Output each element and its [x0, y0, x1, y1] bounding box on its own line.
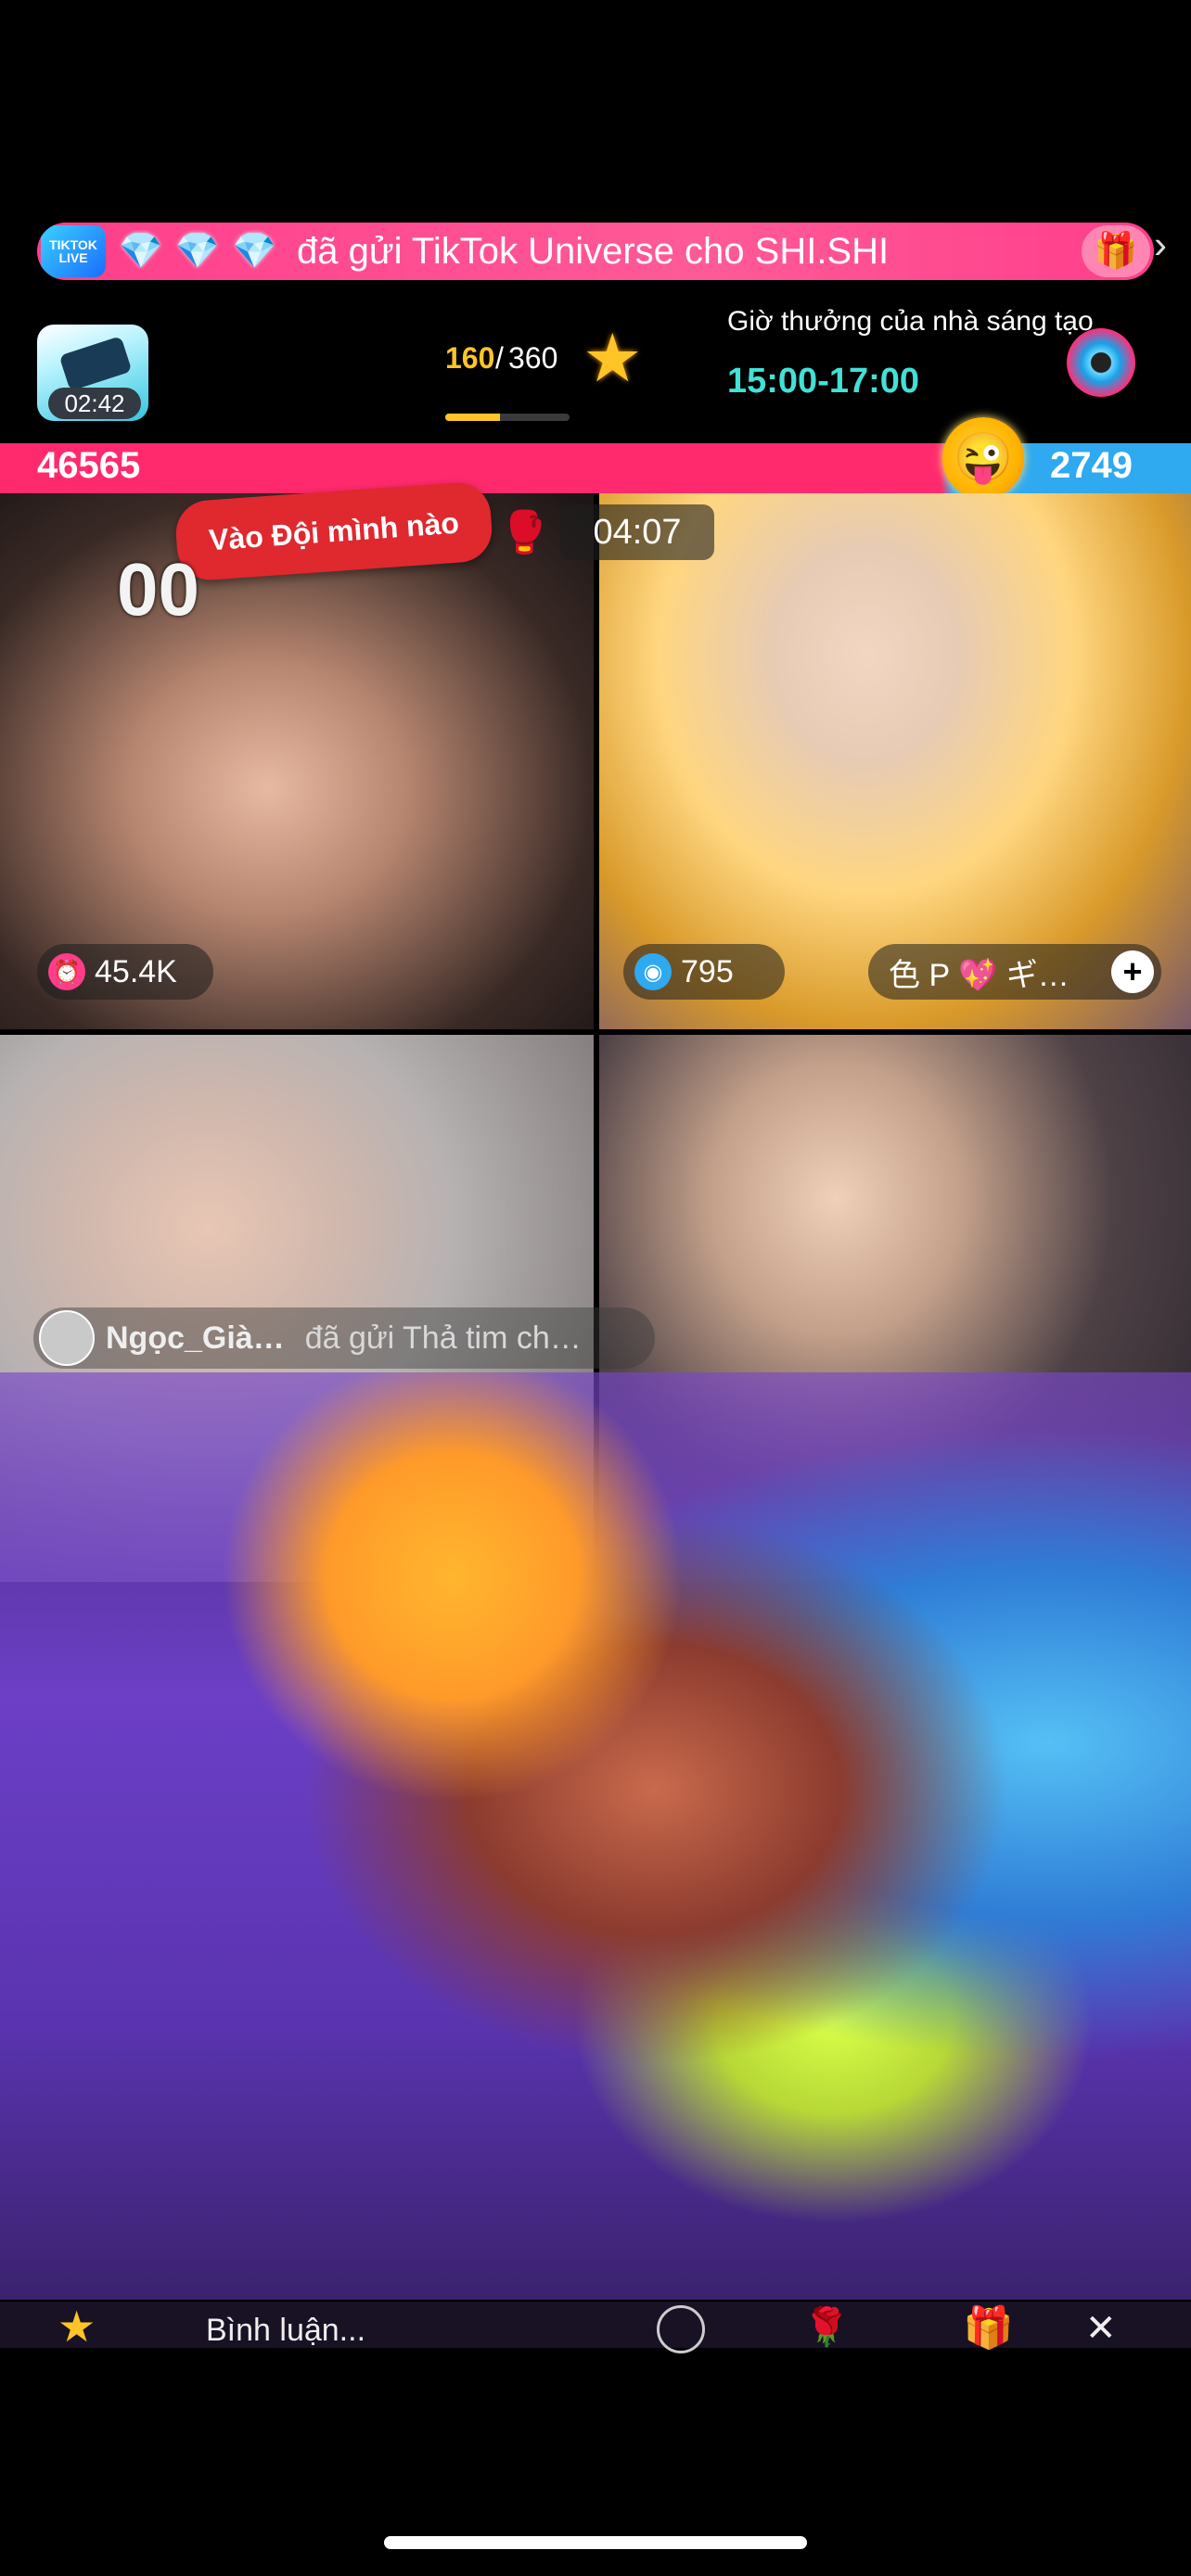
- progress-bar: [445, 414, 570, 421]
- progress-target: 360: [508, 341, 558, 375]
- score-right: 2749: [1050, 445, 1133, 486]
- gift-message: đã gửi TikTok Universe cho SHI.SHI: [296, 230, 890, 272]
- comment-item: Ngọc_Già… đã gửi Thả tim ch…: [33, 1307, 655, 1369]
- progress-separator: /: [495, 341, 504, 375]
- comment-input[interactable]: Bình luận...: [206, 2313, 365, 2349]
- host-score-chip[interactable]: ⏰ 45.4K: [37, 944, 213, 1000]
- gift-animation-overlay: [0, 1372, 1191, 2300]
- circle-icon: ◉: [634, 953, 672, 990]
- progress-current: 160: [445, 341, 495, 375]
- alarm-icon: ⏰: [48, 953, 85, 990]
- follow-plus-button[interactable]: +: [1111, 950, 1154, 993]
- sticker-mark: 00: [117, 548, 199, 631]
- avatar[interactable]: [39, 1310, 95, 1366]
- creator-reward-icon[interactable]: [1067, 328, 1135, 397]
- chevron-right-icon[interactable]: ›: [1154, 223, 1167, 267]
- gift-icon: 🎁: [1094, 232, 1138, 271]
- gift-box-button[interactable]: 🎁: [1082, 225, 1150, 277]
- live-timer: 02:42: [48, 388, 141, 419]
- host-score-value: 45.4K: [95, 953, 177, 989]
- progress-fill: [445, 414, 500, 421]
- diamond-icon: 💎: [119, 232, 163, 271]
- creator-reward-title: Giờ thưởng của nhà sáng tạo: [727, 306, 1094, 337]
- home-indicator[interactable]: [384, 2536, 807, 2549]
- battle-mascot-icon: 😜: [942, 417, 1024, 499]
- battle-timer: 04:07: [560, 504, 714, 560]
- close-icon[interactable]: ✕: [1085, 2307, 1117, 2350]
- guest-name-chip[interactable]: 色 P 💖 ギ… +: [868, 944, 1161, 1000]
- comment-username[interactable]: Ngọc_Già…: [106, 1320, 285, 1357]
- share-icon[interactable]: [657, 2305, 705, 2353]
- comment-text: đã gửi Thả tim ch…: [304, 1320, 582, 1356]
- guest-score-value: 795: [681, 953, 734, 989]
- star-icon[interactable]: ★: [583, 319, 643, 397]
- gift-notification-banner[interactable]: TIKTOK LIVE 💎 💎 💎 đã gửi TikTok Universe…: [37, 223, 1154, 280]
- score-left: 46565: [37, 445, 141, 486]
- tiktok-live-badge: TIKTOK LIVE: [41, 225, 106, 277]
- rose-icon[interactable]: 🌹: [803, 2305, 850, 2349]
- gift-icon[interactable]: 🎁: [963, 2303, 1014, 2352]
- diamond-icon: 💎: [232, 232, 276, 271]
- guest-name: 色 P 💖 ギ…: [889, 957, 1069, 993]
- battle-gloves-icon: 🥊: [499, 510, 550, 555]
- star-icon[interactable]: ★: [58, 2302, 96, 2352]
- guest-score-chip[interactable]: ◉ 795: [623, 944, 785, 1000]
- creator-reward-time: 15:00-17:00: [727, 362, 920, 401]
- diamond-icon: 💎: [175, 232, 220, 271]
